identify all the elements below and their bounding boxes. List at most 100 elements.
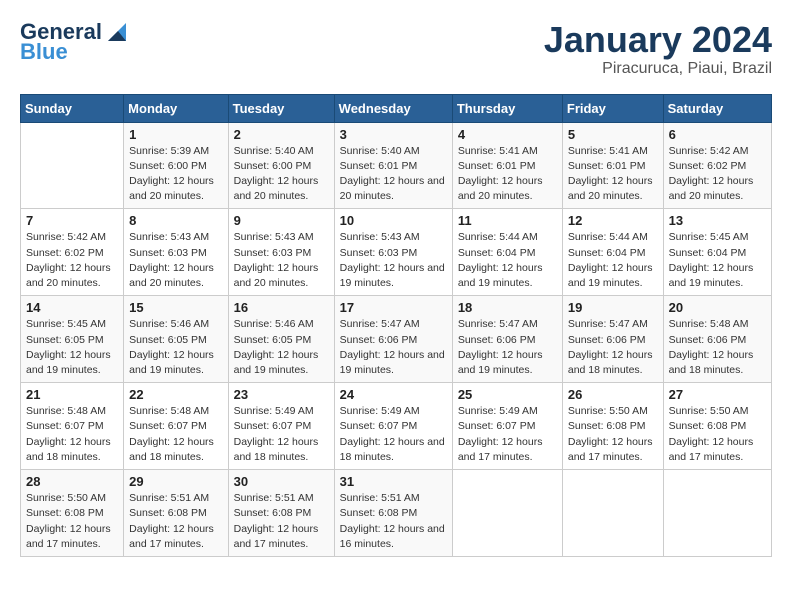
day-number: 18 xyxy=(458,300,557,315)
day-number: 29 xyxy=(129,474,222,489)
day-number: 26 xyxy=(568,387,658,402)
day-info: Sunrise: 5:49 AMSunset: 6:07 PMDaylight:… xyxy=(458,404,557,465)
month-title: January 2024 xyxy=(544,20,772,60)
day-info: Sunrise: 5:50 AMSunset: 6:08 PMDaylight:… xyxy=(669,404,766,465)
calendar-cell: 1 Sunrise: 5:39 AMSunset: 6:00 PMDaylight… xyxy=(124,122,228,209)
calendar-cell: 10Sunrise: 5:43 AMSunset: 6:03 PMDayligh… xyxy=(334,209,452,296)
day-number: 16 xyxy=(234,300,329,315)
day-number: 5 xyxy=(568,127,658,142)
logo-blue: Blue xyxy=(20,40,68,64)
day-info: Sunrise: 5:42 AMSunset: 6:02 PMDaylight:… xyxy=(26,230,118,291)
day-info: Sunrise: 5:51 AMSunset: 6:08 PMDaylight:… xyxy=(234,491,329,552)
day-info: Sunrise: 5:49 AMSunset: 6:07 PMDaylight:… xyxy=(234,404,329,465)
day-info: Sunrise: 5:42 AMSunset: 6:02 PMDaylight:… xyxy=(669,144,766,205)
calendar-cell: 14 Sunrise: 5:45 AMSunset: 6:05 PMDayligh… xyxy=(21,296,124,383)
day-info: Sunrise: 5:39 AMSunset: 6:00 PMDaylight:… xyxy=(129,144,222,205)
day-number: 13 xyxy=(669,213,766,228)
day-number: 14 xyxy=(26,300,118,315)
day-info: Sunrise: 5:51 AMSunset: 6:08 PMDaylight:… xyxy=(129,491,222,552)
calendar-cell: 2 Sunrise: 5:40 AMSunset: 6:00 PMDaylight… xyxy=(228,122,334,209)
calendar-cell: 3 Sunrise: 5:40 AMSunset: 6:01 PMDaylight… xyxy=(334,122,452,209)
calendar-cell: 11Sunrise: 5:44 AMSunset: 6:04 PMDayligh… xyxy=(452,209,562,296)
day-number: 3 xyxy=(340,127,447,142)
day-number: 8 xyxy=(129,213,222,228)
calendar-cell: 27 Sunrise: 5:50 AMSunset: 6:08 PMDayligh… xyxy=(663,383,771,470)
calendar-week-4: 28 Sunrise: 5:50 AMSunset: 6:08 PMDayligh… xyxy=(21,470,772,557)
day-number: 17 xyxy=(340,300,447,315)
page-header: General Blue January 2024 Piracuruca, Pi… xyxy=(20,20,772,78)
day-info: Sunrise: 5:47 AMSunset: 6:06 PMDaylight:… xyxy=(568,317,658,378)
day-info: Sunrise: 5:48 AMSunset: 6:06 PMDaylight:… xyxy=(669,317,766,378)
day-info: Sunrise: 5:50 AMSunset: 6:08 PMDaylight:… xyxy=(26,491,118,552)
calendar-cell xyxy=(562,470,663,557)
calendar-table: SundayMondayTuesdayWednesdayThursdayFrid… xyxy=(20,94,772,557)
day-number: 19 xyxy=(568,300,658,315)
logo-icon xyxy=(104,23,126,41)
day-info: Sunrise: 5:48 AMSunset: 6:07 PMDaylight:… xyxy=(26,404,118,465)
calendar-cell: 25Sunrise: 5:49 AMSunset: 6:07 PMDayligh… xyxy=(452,383,562,470)
calendar-cell xyxy=(663,470,771,557)
day-info: Sunrise: 5:48 AMSunset: 6:07 PMDaylight:… xyxy=(129,404,222,465)
day-info: Sunrise: 5:46 AMSunset: 6:05 PMDaylight:… xyxy=(129,317,222,378)
calendar-cell: 31Sunrise: 5:51 AMSunset: 6:08 PMDayligh… xyxy=(334,470,452,557)
day-info: Sunrise: 5:41 AMSunset: 6:01 PMDaylight:… xyxy=(568,144,658,205)
day-number: 31 xyxy=(340,474,447,489)
calendar-cell: 7 Sunrise: 5:42 AMSunset: 6:02 PMDaylight… xyxy=(21,209,124,296)
title-block: January 2024 Piracuruca, Piaui, Brazil xyxy=(544,20,772,78)
day-number: 27 xyxy=(669,387,766,402)
day-info: Sunrise: 5:44 AMSunset: 6:04 PMDaylight:… xyxy=(458,230,557,291)
day-info: Sunrise: 5:43 AMSunset: 6:03 PMDaylight:… xyxy=(129,230,222,291)
calendar-cell: 19 Sunrise: 5:47 AMSunset: 6:06 PMDayligh… xyxy=(562,296,663,383)
day-info: Sunrise: 5:49 AMSunset: 6:07 PMDaylight:… xyxy=(340,404,447,465)
calendar-cell: 5 Sunrise: 5:41 AMSunset: 6:01 PMDaylight… xyxy=(562,122,663,209)
calendar-cell: 13 Sunrise: 5:45 AMSunset: 6:04 PMDayligh… xyxy=(663,209,771,296)
calendar-cell: 8 Sunrise: 5:43 AMSunset: 6:03 PMDaylight… xyxy=(124,209,228,296)
calendar-cell: 9 Sunrise: 5:43 AMSunset: 6:03 PMDaylight… xyxy=(228,209,334,296)
day-number: 15 xyxy=(129,300,222,315)
day-info: Sunrise: 5:47 AMSunset: 6:06 PMDaylight:… xyxy=(340,317,447,378)
calendar-header-row: SundayMondayTuesdayWednesdayThursdayFrid… xyxy=(21,94,772,122)
calendar-week-0: 1 Sunrise: 5:39 AMSunset: 6:00 PMDaylight… xyxy=(21,122,772,209)
logo: General Blue xyxy=(20,20,126,64)
day-number: 12 xyxy=(568,213,658,228)
day-number: 1 xyxy=(129,127,222,142)
day-number: 28 xyxy=(26,474,118,489)
calendar-cell: 22Sunrise: 5:48 AMSunset: 6:07 PMDayligh… xyxy=(124,383,228,470)
calendar-cell: 28 Sunrise: 5:50 AMSunset: 6:08 PMDayligh… xyxy=(21,470,124,557)
day-info: Sunrise: 5:45 AMSunset: 6:05 PMDaylight:… xyxy=(26,317,118,378)
day-number: 6 xyxy=(669,127,766,142)
calendar-week-2: 14 Sunrise: 5:45 AMSunset: 6:05 PMDayligh… xyxy=(21,296,772,383)
calendar-cell xyxy=(452,470,562,557)
day-number: 4 xyxy=(458,127,557,142)
day-number: 30 xyxy=(234,474,329,489)
calendar-cell: 30 Sunrise: 5:51 AMSunset: 6:08 PMDayligh… xyxy=(228,470,334,557)
day-info: Sunrise: 5:40 AMSunset: 6:00 PMDaylight:… xyxy=(234,144,329,205)
day-info: Sunrise: 5:44 AMSunset: 6:04 PMDaylight:… xyxy=(568,230,658,291)
calendar-cell: 18Sunrise: 5:47 AMSunset: 6:06 PMDayligh… xyxy=(452,296,562,383)
calendar-cell: 4Sunrise: 5:41 AMSunset: 6:01 PMDaylight… xyxy=(452,122,562,209)
calendar-cell: 16 Sunrise: 5:46 AMSunset: 6:05 PMDayligh… xyxy=(228,296,334,383)
day-number: 21 xyxy=(26,387,118,402)
day-number: 7 xyxy=(26,213,118,228)
header-sunday: Sunday xyxy=(21,94,124,122)
calendar-cell: 17 Sunrise: 5:47 AMSunset: 6:06 PMDayligh… xyxy=(334,296,452,383)
day-info: Sunrise: 5:43 AMSunset: 6:03 PMDaylight:… xyxy=(340,230,447,291)
calendar-cell: 20 Sunrise: 5:48 AMSunset: 6:06 PMDayligh… xyxy=(663,296,771,383)
day-number: 2 xyxy=(234,127,329,142)
calendar-cell: 26Sunrise: 5:50 AMSunset: 6:08 PMDayligh… xyxy=(562,383,663,470)
header-friday: Friday xyxy=(562,94,663,122)
day-info: Sunrise: 5:43 AMSunset: 6:03 PMDaylight:… xyxy=(234,230,329,291)
day-number: 24 xyxy=(340,387,447,402)
calendar-cell: 29 Sunrise: 5:51 AMSunset: 6:08 PMDayligh… xyxy=(124,470,228,557)
day-number: 20 xyxy=(669,300,766,315)
calendar-week-3: 21 Sunrise: 5:48 AMSunset: 6:07 PMDayligh… xyxy=(21,383,772,470)
day-info: Sunrise: 5:46 AMSunset: 6:05 PMDaylight:… xyxy=(234,317,329,378)
calendar-cell: 21 Sunrise: 5:48 AMSunset: 6:07 PMDayligh… xyxy=(21,383,124,470)
calendar-cell: 15 Sunrise: 5:46 AMSunset: 6:05 PMDayligh… xyxy=(124,296,228,383)
day-info: Sunrise: 5:40 AMSunset: 6:01 PMDaylight:… xyxy=(340,144,447,205)
day-info: Sunrise: 5:45 AMSunset: 6:04 PMDaylight:… xyxy=(669,230,766,291)
header-tuesday: Tuesday xyxy=(228,94,334,122)
day-number: 23 xyxy=(234,387,329,402)
day-number: 9 xyxy=(234,213,329,228)
header-monday: Monday xyxy=(124,94,228,122)
